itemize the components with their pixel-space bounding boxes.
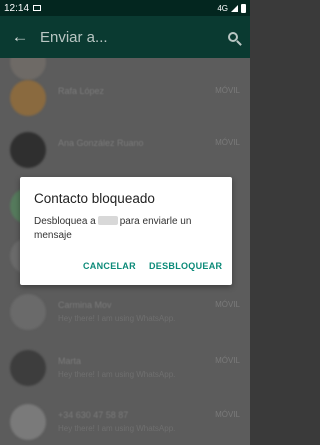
contact-status: Hey there! I am using WhatsApp.	[58, 370, 176, 379]
contact-type: MÓVIL	[215, 138, 240, 147]
contact-status: Hey there! I am using WhatsApp.	[58, 424, 176, 433]
status-bar: 12:14 4G	[0, 0, 250, 16]
contact-row[interactable]: Marta Hey there! I am using WhatsApp. MÓ…	[0, 340, 250, 396]
network-type: 4G	[217, 3, 228, 13]
back-arrow-icon[interactable]: ←	[0, 27, 40, 47]
cancel-button[interactable]: CANCELAR	[83, 261, 136, 271]
search-icon	[228, 32, 238, 42]
contact-type: MÓVIL	[215, 300, 240, 309]
redacted-contact-name	[97, 216, 118, 225]
avatar	[10, 80, 46, 116]
contact-name: Carmina Mov	[58, 300, 112, 310]
page-title: Enviar a...	[40, 28, 108, 46]
contact-row[interactable]: +34 630 47 58 87 Hey there! I am using W…	[0, 394, 250, 445]
signal-icon	[231, 4, 238, 12]
status-icons: 4G	[217, 3, 246, 13]
screenshot-icon	[33, 5, 42, 11]
contact-name: Rafa López	[58, 86, 105, 96]
contact-row[interactable]: Rafa López MÓVIL	[0, 70, 250, 126]
contact-row[interactable]: Carmina Mov Hey there! I am using WhatsA…	[0, 284, 250, 340]
blocked-contact-dialog: Contacto bloqueado Desbloquea a para envi…	[20, 177, 232, 285]
search-button[interactable]	[216, 32, 250, 42]
dialog-title: Contacto bloqueado	[34, 191, 155, 206]
contact-status: Hey there! I am using WhatsApp.	[58, 314, 176, 323]
dialog-message: Desbloquea a para enviarle un mensaje	[34, 215, 224, 243]
contact-type: MÓVIL	[215, 356, 240, 365]
unblock-button[interactable]: DESBLOQUEAR	[149, 261, 222, 271]
contact-type: MÓVIL	[215, 86, 240, 95]
avatar	[10, 132, 46, 168]
contact-row[interactable]: Ana González Ruano MÓVIL	[0, 122, 250, 178]
avatar	[10, 350, 46, 386]
avatar	[10, 404, 46, 440]
avatar	[10, 294, 46, 330]
contact-name: Marta	[58, 356, 82, 366]
dialog-message-start: Desbloquea a	[34, 216, 96, 227]
contact-type: MÓVIL	[215, 410, 240, 419]
status-time: 12:14	[4, 2, 30, 14]
contact-name: +34 630 47 58 87	[58, 410, 129, 420]
battery-icon	[241, 3, 246, 13]
contact-name: Ana González Ruano	[58, 138, 144, 148]
app-bar: ← Enviar a...	[0, 16, 250, 58]
